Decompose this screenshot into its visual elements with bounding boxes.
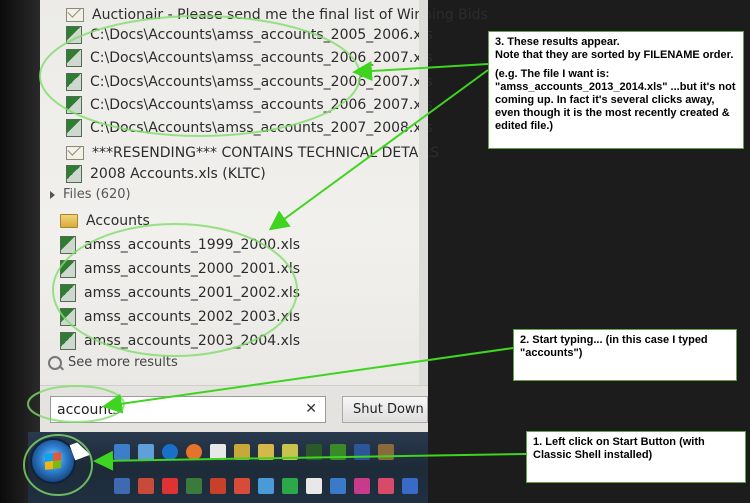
result-item[interactable]: C:\Docs\Accounts\amss_accounts_2006_2007… xyxy=(66,94,433,116)
annotation-note-3: 3. These results appear. Note that they … xyxy=(488,31,744,149)
files-group-header[interactable]: Files (620) xyxy=(50,187,131,202)
excel-file-icon xyxy=(66,49,82,67)
taskbar-app-icon[interactable] xyxy=(330,478,346,494)
file-item[interactable]: amss_accounts_2001_2002.xls xyxy=(60,282,300,304)
excel-file-icon xyxy=(66,165,82,183)
note3-line4: "amss_accounts_2013_2014.xls" ...but it'… xyxy=(495,81,736,132)
result-item[interactable]: 2008 Accounts.xls (KLTC) xyxy=(66,163,266,185)
result-item[interactable]: C:\Docs\Accounts\amss_accounts_2006_2007… xyxy=(66,71,433,93)
excel-file-icon xyxy=(60,284,76,302)
annotation-note-1: 1. Left click on Start Button (with Clas… xyxy=(526,431,746,483)
excel-file-icon xyxy=(60,308,76,326)
taskbar-app-icon[interactable] xyxy=(210,444,226,460)
excel-file-icon xyxy=(60,236,76,254)
note3-line2: Note that they are sorted by FILENAME or… xyxy=(495,49,734,61)
search-box[interactable]: ✕ xyxy=(50,396,326,423)
result-item[interactable]: C:\Docs\Accounts\amss_accounts_2006_2007… xyxy=(66,47,433,69)
file-label: amss_accounts_2003_2004.xls xyxy=(84,333,301,349)
file-item-folder[interactable]: Accounts xyxy=(60,210,150,232)
taskbar-app-icon[interactable] xyxy=(330,444,346,460)
taskbar-app-icon[interactable] xyxy=(378,478,394,494)
taskbar-app-icon[interactable] xyxy=(234,444,250,460)
result-label: ***RESENDING*** CONTAINS TECHNICAL DETAI… xyxy=(92,145,440,161)
excel-file-icon xyxy=(66,119,82,137)
taskbar-app-icon[interactable] xyxy=(258,478,274,494)
file-label: amss_accounts_2001_2002.xls xyxy=(84,285,301,301)
excel-file-icon xyxy=(60,260,76,278)
excel-file-icon xyxy=(66,96,82,114)
start-button[interactable] xyxy=(32,440,74,482)
word-icon[interactable] xyxy=(354,444,370,460)
taskbar-app-icon[interactable] xyxy=(402,478,418,494)
result-label: C:\Docs\Accounts\amss_accounts_2006_2007… xyxy=(90,97,433,113)
ie-icon[interactable] xyxy=(162,444,178,460)
result-item[interactable]: ***RESENDING*** CONTAINS TECHNICAL DETAI… xyxy=(66,142,439,164)
see-more-label: See more results xyxy=(68,355,178,370)
taskbar-app-icon[interactable] xyxy=(234,478,250,494)
file-item[interactable]: amss_accounts_2002_2003.xls xyxy=(60,306,300,328)
menu-scrollbar[interactable] xyxy=(419,0,428,385)
file-item[interactable]: amss_accounts_1999_2000.xls xyxy=(60,234,300,256)
result-label: C:\Docs\Accounts\amss_accounts_2006_2007… xyxy=(90,50,433,66)
result-item[interactable]: C:\Docs\Accounts\amss_accounts_2005_2006… xyxy=(66,24,433,46)
result-label: C:\Docs\Accounts\amss_accounts_2006_2007… xyxy=(90,74,433,90)
note3-line3: (e.g. The file I want is: xyxy=(495,68,610,80)
result-label: Auctionair - Please send me the final li… xyxy=(92,7,488,23)
file-label: amss_accounts_2000_2001.xls xyxy=(84,261,301,277)
taskbar-app-icon[interactable] xyxy=(306,478,322,494)
file-label: amss_accounts_1999_2000.xls xyxy=(84,237,301,253)
note3-line1: 3. These results appear. xyxy=(495,36,620,48)
annotation-note-2: 2. Start typing... (in this case I typed… xyxy=(513,329,737,381)
file-label: amss_accounts_2002_2003.xls xyxy=(84,309,301,325)
files-group-label: Files (620) xyxy=(63,187,131,202)
taskbar-app-icon[interactable] xyxy=(378,444,394,460)
taskbar-app-icon[interactable] xyxy=(282,478,298,494)
folder-icon xyxy=(60,214,78,228)
file-item[interactable]: amss_accounts_2003_2004.xls xyxy=(60,330,300,352)
search-bar-row: ✕ Shut Down xyxy=(40,385,428,433)
taskbar-app-icon[interactable] xyxy=(138,444,154,460)
taskbar-app-icon[interactable] xyxy=(138,478,154,494)
taskbar-app-icon[interactable] xyxy=(186,478,202,494)
taskbar-app-icon[interactable] xyxy=(162,478,178,494)
firefox-icon[interactable] xyxy=(186,444,202,460)
excel-file-icon xyxy=(66,26,82,44)
result-label: C:\Docs\Accounts\amss_accounts_2007_2008… xyxy=(90,120,433,136)
expand-arrow-icon xyxy=(50,190,55,199)
result-item[interactable]: C:\Docs\Accounts\amss_accounts_2007_2008… xyxy=(66,117,433,139)
excel-file-icon xyxy=(66,73,82,91)
mail-icon xyxy=(66,146,84,160)
search-input[interactable] xyxy=(51,397,297,422)
close-icon[interactable]: ✕ xyxy=(305,401,317,417)
taskbar-app-icon[interactable] xyxy=(114,478,130,494)
taskbar-app-icon[interactable] xyxy=(114,444,130,460)
see-more-results-link[interactable]: See more results xyxy=(48,355,178,370)
file-item[interactable]: amss_accounts_2000_2001.xls xyxy=(60,258,300,280)
result-label: 2008 Accounts.xls (KLTC) xyxy=(90,166,266,182)
taskbar xyxy=(28,432,428,503)
mail-icon xyxy=(66,8,84,22)
taskbar-app-icon[interactable] xyxy=(282,444,298,460)
taskbar-app-icon[interactable] xyxy=(354,478,370,494)
search-icon xyxy=(48,355,62,370)
shutdown-button[interactable]: Shut Down xyxy=(342,396,428,423)
start-menu-panel: Auctionair - Please send me the final li… xyxy=(40,0,488,432)
result-label: C:\Docs\Accounts\amss_accounts_2005_2006… xyxy=(90,27,433,43)
taskbar-app-icon[interactable] xyxy=(258,444,274,460)
screen-bezel xyxy=(0,0,40,503)
excel-file-icon xyxy=(60,332,76,350)
filezilla-icon[interactable] xyxy=(210,478,226,494)
taskbar-app-icon[interactable] xyxy=(306,444,322,460)
file-label: Accounts xyxy=(86,213,150,229)
